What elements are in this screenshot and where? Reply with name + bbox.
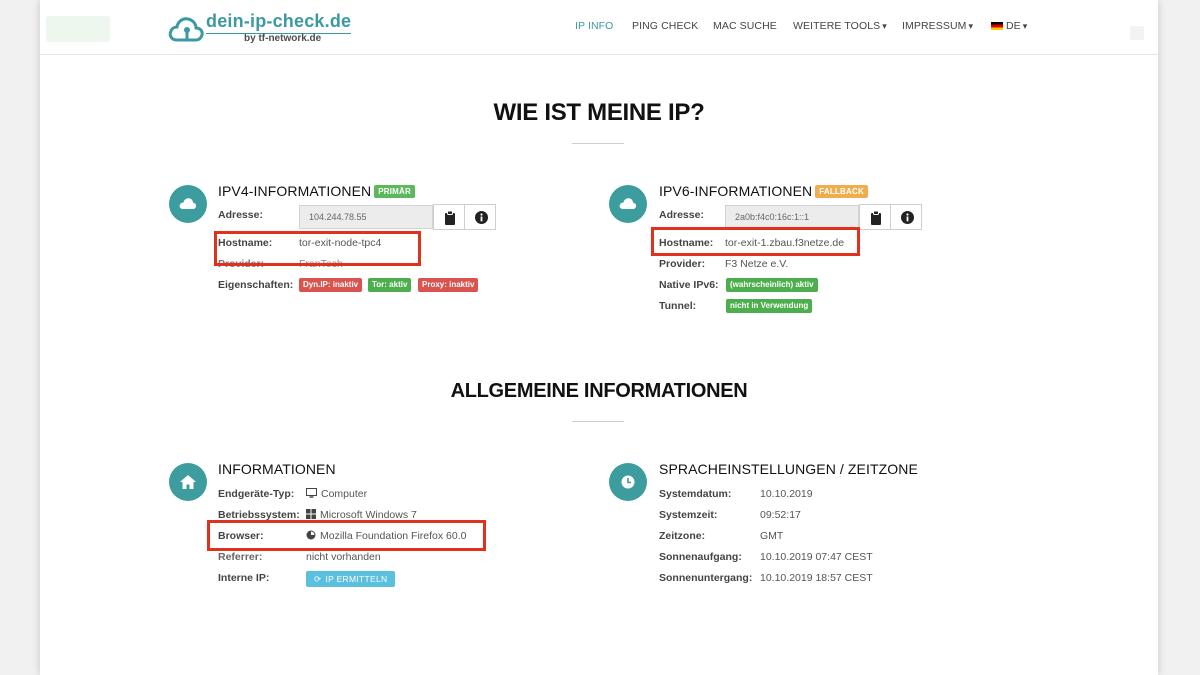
ipv6-provider-value: F3 Netze e.V. bbox=[725, 258, 789, 270]
determine-ip-button[interactable]: ⟳ IP ERMITTELN bbox=[306, 571, 396, 587]
ipv4-address-label: Adresse: bbox=[218, 209, 263, 221]
system-date-label: Systemdatum: bbox=[659, 488, 732, 500]
clipboard-icon bbox=[871, 211, 881, 225]
nav-ping-check[interactable]: PING CHECK bbox=[632, 20, 698, 32]
device-type-label: Endgeräte-Typ: bbox=[218, 488, 295, 500]
primary-badge: PRIMÄR bbox=[374, 185, 415, 198]
native-ipv6-status-badge: (wahrscheinlich) aktiv bbox=[726, 278, 818, 292]
ipv6-info-button[interactable] bbox=[890, 204, 922, 230]
cloud-logo-icon bbox=[168, 17, 204, 42]
tunnel-label: Tunnel: bbox=[659, 300, 697, 312]
ipv6-title-text: IPV6-INFORMATIONEN bbox=[659, 183, 813, 199]
nav-language[interactable]: DE ▾ bbox=[991, 20, 1027, 32]
system-time-label: Systemzeit: bbox=[659, 509, 718, 521]
nav-weitere-tools[interactable]: WEITERE TOOLS ▾ bbox=[793, 20, 887, 32]
clock-circle bbox=[609, 463, 647, 501]
info-section-title: INFORMATIONEN bbox=[218, 461, 336, 477]
ipv6-address-label: Adresse: bbox=[659, 209, 704, 221]
info-icon bbox=[901, 211, 914, 224]
ipv4-info-button[interactable] bbox=[464, 204, 496, 230]
system-date-value: 10.10.2019 bbox=[760, 488, 813, 500]
nav-impressum-label: IMPRESSUM bbox=[902, 20, 967, 32]
fallback-badge: FALLBACK bbox=[815, 185, 868, 198]
windows-icon bbox=[306, 509, 316, 519]
clock-icon bbox=[621, 475, 635, 489]
general-divider bbox=[572, 421, 624, 422]
device-type-value: Computer bbox=[306, 488, 367, 500]
general-section-title: ALLGEMEINE INFORMATIONEN bbox=[450, 380, 748, 402]
home-icon bbox=[180, 475, 196, 489]
desktop-icon bbox=[306, 488, 317, 498]
ipv4-properties-label: Eigenschaften: bbox=[218, 279, 294, 291]
chevron-down-icon: ▾ bbox=[968, 21, 974, 31]
highlight-box-browser bbox=[207, 520, 486, 551]
page: dein-ip-check.de by tf-network.de IP INF… bbox=[40, 0, 1158, 675]
ipv6-section-title: IPV6-INFORMATIONEN FALLBACK bbox=[659, 183, 868, 199]
logo-subtitle: by tf-network.de bbox=[244, 33, 322, 44]
title-divider bbox=[572, 143, 624, 144]
internal-ip-label: Interne IP: bbox=[218, 572, 270, 584]
referrer-label: Referrer: bbox=[218, 551, 263, 563]
top-navbar: dein-ip-check.de by tf-network.de IP INF… bbox=[40, 0, 1158, 55]
faded-icon bbox=[1130, 26, 1144, 40]
tunnel-status-badge: nicht in Verwendung bbox=[726, 299, 813, 313]
native-ipv6-label: Native IPv6: bbox=[659, 279, 719, 291]
refresh-icon: ⟳ bbox=[314, 574, 322, 584]
chevron-down-icon: ▾ bbox=[1022, 21, 1028, 31]
page-title: WIE IST MEINE IP? bbox=[493, 99, 705, 126]
german-flag-icon bbox=[991, 22, 1003, 30]
tor-status-badge: Tor: aktiv bbox=[368, 278, 412, 292]
nav-language-label: DE bbox=[1006, 20, 1021, 32]
ipv6-address-field[interactable]: 2a0b:f4c0:16c:1::1 bbox=[725, 205, 859, 229]
highlight-box-ipv4-hostname bbox=[214, 231, 421, 266]
nav-mac-suche[interactable]: MAC SUCHE bbox=[713, 20, 777, 32]
sunrise-value: 10.10.2019 07:47 CEST bbox=[760, 551, 873, 563]
logo-title: dein-ip-check.de bbox=[206, 11, 352, 34]
cloud-icon bbox=[609, 185, 647, 223]
ipv6-provider-label: Provider: bbox=[659, 258, 706, 270]
info-icon bbox=[475, 211, 488, 224]
site-logo[interactable]: dein-ip-check.de by tf-network.de bbox=[168, 10, 352, 46]
timezone-value: GMT bbox=[760, 530, 784, 542]
timezone-label: Zeitzone: bbox=[659, 530, 706, 542]
ipv6-copy-button[interactable] bbox=[859, 204, 891, 230]
nav-impressum[interactable]: IMPRESSUM ▾ bbox=[902, 20, 973, 32]
proxy-status-badge: Proxy: inaktiv bbox=[418, 278, 479, 292]
sunrise-label: Sonnenaufgang: bbox=[659, 551, 742, 563]
nav-ip-info[interactable]: IP INFO bbox=[575, 20, 613, 32]
referrer-value: nicht vorhanden bbox=[306, 551, 381, 563]
cloud-icon bbox=[169, 185, 207, 223]
system-time-value: 09:52:17 bbox=[760, 509, 801, 521]
highlight-box-ipv6-hostname bbox=[651, 227, 860, 256]
device-type-text: Computer bbox=[321, 488, 368, 500]
ipv4-copy-button[interactable] bbox=[433, 204, 465, 230]
dyn-ip-status-badge: Dyn.IP: inaktiv bbox=[299, 278, 363, 292]
nav-weitere-tools-label: WEITERE TOOLS bbox=[793, 20, 881, 32]
ipv4-title-text: IPV4-INFORMATIONEN bbox=[218, 183, 372, 199]
locale-section-title: SPRACHEINSTELLUNGEN / ZEITZONE bbox=[659, 461, 918, 477]
sunset-value: 10.10.2019 18:57 CEST bbox=[760, 572, 873, 584]
ipv4-address-field[interactable]: 104.244.78.55 bbox=[299, 205, 433, 229]
clipboard-icon bbox=[445, 211, 455, 225]
determine-ip-label: IP ERMITTELN bbox=[325, 574, 388, 584]
sunset-label: Sonnenuntergang: bbox=[659, 572, 753, 584]
faded-button bbox=[46, 16, 110, 42]
ipv4-section-title: IPV4-INFORMATIONEN PRIMÄR bbox=[218, 183, 415, 199]
chevron-down-icon: ▾ bbox=[882, 21, 887, 31]
home-circle bbox=[169, 463, 207, 501]
